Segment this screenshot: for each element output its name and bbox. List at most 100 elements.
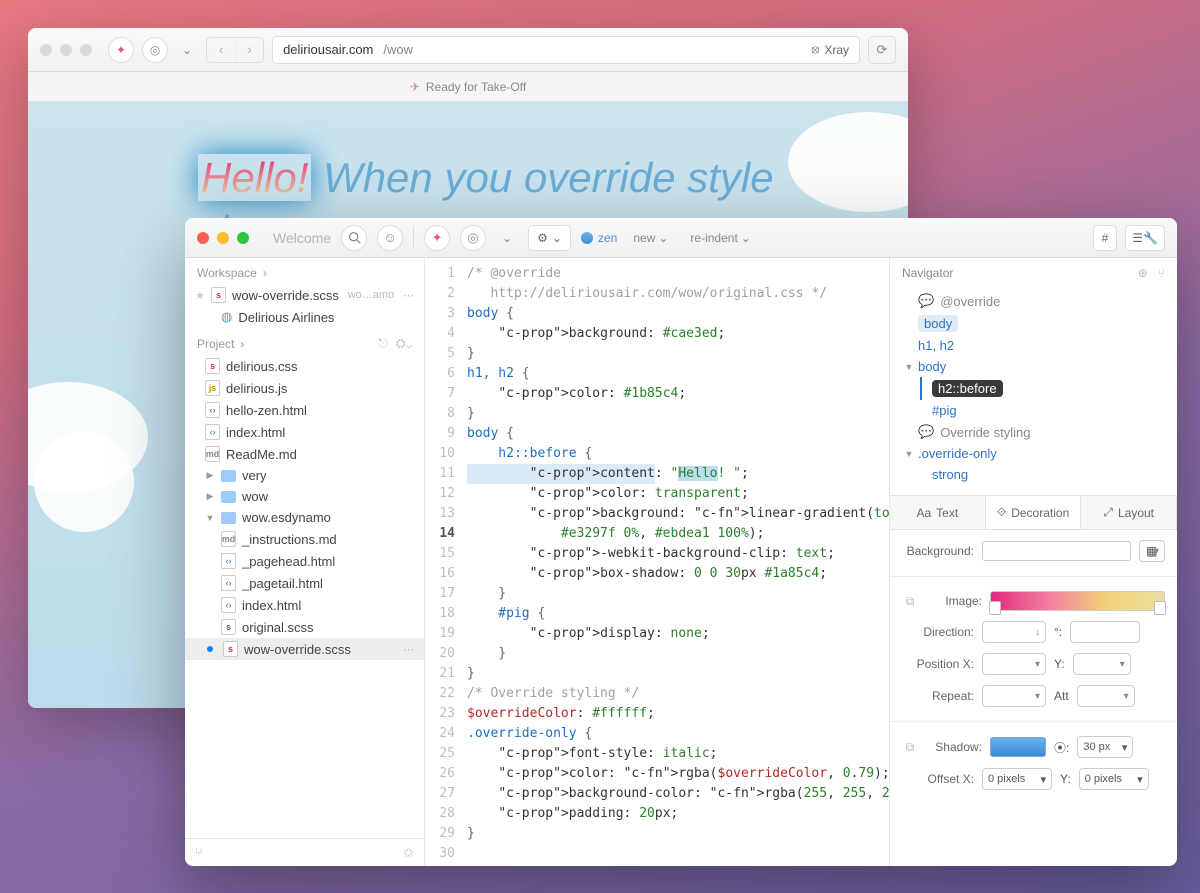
file-name: _pagehead.html <box>242 554 335 569</box>
zoom-dot[interactable] <box>80 44 92 56</box>
separator <box>890 721 1177 722</box>
file-item[interactable]: jsdelirious.js <box>185 377 424 399</box>
close-dot[interactable] <box>40 44 52 56</box>
tab-title[interactable]: Ready for Take-Off <box>426 80 526 94</box>
navigator-title: Navigator <box>902 266 953 280</box>
row-background: Background: ▦ <box>902 540 1165 562</box>
disclosure-triangle-icon[interactable]: ▶ <box>205 470 215 481</box>
offsetx-input[interactable]: 0 pixels▾ <box>982 768 1052 790</box>
workspace-header[interactable]: Workspace› <box>185 258 424 284</box>
folder-item[interactable]: ▶wow <box>185 486 424 507</box>
navigator-item[interactable]: strong <box>890 464 1177 485</box>
close-button[interactable] <box>197 232 209 244</box>
minimize-dot[interactable] <box>60 44 72 56</box>
direction-select[interactable] <box>982 621 1046 643</box>
gear-menu[interactable]: ⚙ ⌄ <box>528 225 571 251</box>
tools-button[interactable]: ☰🔧 <box>1125 225 1165 251</box>
zen-mode[interactable]: zen <box>581 231 617 245</box>
navigator-item[interactable]: 💬 @override <box>890 290 1177 312</box>
att-select[interactable] <box>1077 685 1135 707</box>
file-item[interactable]: ‹›index.html <box>185 594 424 616</box>
file-item[interactable]: ‹›index.html <box>185 421 424 443</box>
more-icon[interactable]: ⋯ <box>403 289 414 302</box>
compass-button[interactable]: ✦ <box>424 225 450 251</box>
code-editor[interactable]: 1234567891011121314151617181920212223242… <box>425 258 889 866</box>
navigator-item[interactable]: #pig <box>890 400 1177 421</box>
target-button[interactable]: ◎ <box>460 225 486 251</box>
settings-icon[interactable]: ⛭⌄ <box>396 336 412 351</box>
file-name: index.html <box>226 425 285 440</box>
disclosure-triangle-icon[interactable]: ▼ <box>904 362 914 372</box>
repeat-select[interactable] <box>982 685 1046 707</box>
html-file-icon: ‹› <box>205 402 220 418</box>
degrees-input[interactable] <box>1070 621 1140 643</box>
file-item[interactable]: md_instructions.md <box>185 528 424 550</box>
back-button[interactable]: ‹ <box>207 38 235 62</box>
filter-icon[interactable]: ⑂ <box>195 845 203 860</box>
smiley-button[interactable]: ☺ <box>377 225 403 251</box>
offsety-input[interactable]: 0 pixels▾ <box>1079 768 1149 790</box>
star-outline-icon[interactable]: ✩ <box>403 845 414 861</box>
tab-decoration[interactable]: ⟐Decoration <box>986 496 1082 529</box>
background-swatch[interactable] <box>982 541 1131 561</box>
project-header[interactable]: Project› ⎋ ⛭⌄ <box>185 328 424 355</box>
posx-select[interactable] <box>982 653 1046 675</box>
search-button[interactable] <box>341 225 367 251</box>
forward-button[interactable]: › <box>235 38 263 62</box>
more-icon[interactable]: ⋯ <box>403 643 414 656</box>
gradient-editor[interactable] <box>990 591 1165 611</box>
url-bar[interactable]: deliriousair.com/wow ⦻ Xray <box>272 36 860 64</box>
row-direction: Direction: °: <box>902 621 1165 643</box>
target-icon[interactable]: ◎ <box>142 37 168 63</box>
file-item[interactable]: sdelirious.css <box>185 355 424 377</box>
navigator-item[interactable]: ▼.override-only <box>890 443 1177 464</box>
navigator-item[interactable]: 💬 Override styling <box>890 421 1177 443</box>
comment-icon: 💬 <box>918 293 934 309</box>
shadow-color-swatch[interactable] <box>990 737 1046 757</box>
minimize-button[interactable] <box>217 232 229 244</box>
nav-arrows: ‹ › <box>206 37 264 63</box>
filter-icon[interactable]: ⑂ <box>1158 266 1165 280</box>
blur-input[interactable]: 30 px▾ <box>1077 736 1133 758</box>
navigator-item[interactable]: h2::before <box>890 377 1177 400</box>
folder-item[interactable]: ▶ very <box>185 465 424 486</box>
layer-indicator-icon[interactable]: ⧉ <box>902 740 918 755</box>
file-name: _instructions.md <box>242 532 337 547</box>
label-repeat: Repeat: <box>902 689 974 703</box>
new-menu[interactable]: new ⌄ <box>627 231 674 245</box>
tab-layout[interactable]: ⤢Layout <box>1081 496 1177 529</box>
folder-item[interactable]: ▼wow.esdynamo <box>185 507 424 528</box>
workspace-file[interactable]: ★ s wow-override.scss wo…amo ⋯ <box>185 284 424 306</box>
file-item[interactable]: ‹›_pagehead.html <box>185 550 424 572</box>
file-item[interactable]: mdReadMe.md <box>185 443 424 465</box>
chevron-down-icon: ⌄ <box>552 231 562 245</box>
zoom-button[interactable] <box>237 232 249 244</box>
editor-traffic-lights <box>197 232 249 244</box>
xray-toggle[interactable]: ⦻ Xray <box>811 42 849 57</box>
posy-select[interactable] <box>1073 653 1131 675</box>
add-icon[interactable]: ⊕ <box>1138 266 1148 280</box>
compass-icon[interactable]: ✦ <box>108 37 134 63</box>
file-item[interactable]: ‹›_pagetail.html <box>185 572 424 594</box>
hash-button[interactable]: # <box>1093 225 1118 251</box>
reload-button[interactable]: ⟳ <box>868 36 896 64</box>
dropdown-caret-icon[interactable]: ⌄ <box>496 231 518 245</box>
navigator-item[interactable]: h1, h2 <box>890 335 1177 356</box>
reindent-menu[interactable]: re-indent ⌄ <box>684 231 756 245</box>
file-name: very <box>242 468 267 483</box>
dropdown-caret-icon[interactable]: ⌄ <box>176 43 198 57</box>
disclosure-triangle-icon[interactable]: ▶ <box>205 491 215 502</box>
code-lines[interactable]: /* @override http://deliriousair.com/wow… <box>463 258 889 866</box>
file-item[interactable]: ‹›hello-zen.html <box>185 399 424 421</box>
tab-text[interactable]: AaText <box>890 496 986 529</box>
navigator-item[interactable]: body <box>890 312 1177 335</box>
filter-icon[interactable]: ⎋ <box>378 336 388 351</box>
background-options[interactable]: ▦ <box>1139 540 1165 562</box>
file-item[interactable]: soriginal.scss <box>185 616 424 638</box>
disclosure-triangle-icon[interactable]: ▼ <box>205 513 215 523</box>
navigator-item[interactable]: ▼body <box>890 356 1177 377</box>
disclosure-triangle-icon[interactable]: ▼ <box>904 449 914 459</box>
workspace-site[interactable]: ◍ Delirious Airlines <box>185 306 424 328</box>
layer-indicator-icon[interactable]: ⧉ <box>902 594 918 609</box>
file-item[interactable]: swow-override.scss⋯ <box>185 638 424 660</box>
